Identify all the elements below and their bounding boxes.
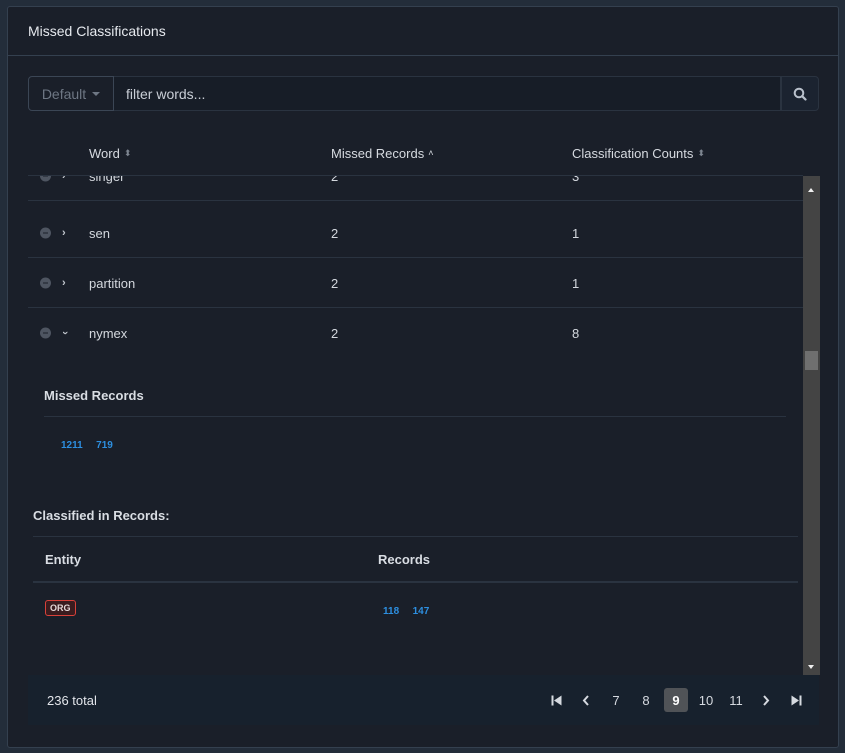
chevron-right-icon[interactable]: ›: [62, 227, 66, 239]
page-button[interactable]: 8: [631, 688, 661, 712]
entity-column-header: Entity: [45, 552, 82, 567]
sort-both-icon: ⬍: [697, 148, 705, 158]
panel-header: Missed Classifications: [8, 7, 838, 56]
filter-words-input[interactable]: [114, 76, 781, 111]
classification-counts-cell: 1: [572, 275, 580, 291]
word-cell: nymex: [89, 325, 128, 341]
divider: [33, 536, 798, 537]
page-button[interactable]: 7: [601, 688, 631, 712]
filter-bar: Default: [28, 76, 819, 111]
divider: [44, 416, 786, 417]
last-page-button[interactable]: [781, 688, 811, 712]
divider: [33, 581, 798, 583]
classified-record-links: 118 147: [383, 601, 438, 619]
scroll-down-arrow-icon[interactable]: [808, 665, 814, 669]
exclude-icon[interactable]: [40, 227, 51, 238]
record-link[interactable]: 118: [383, 606, 399, 617]
record-link[interactable]: 1211: [61, 440, 83, 451]
last-page-icon: [791, 695, 801, 705]
classification-counts-cell: 3: [572, 176, 580, 184]
preset-dropdown[interactable]: Default: [28, 76, 114, 111]
page-button[interactable]: 10: [691, 688, 721, 712]
search-icon: [793, 87, 807, 101]
chevron-right-icon[interactable]: ›: [62, 176, 66, 182]
sort-both-icon: ⬍: [123, 148, 132, 158]
missed-records-cell: 2: [331, 325, 339, 341]
column-header-missed-records[interactable]: Missed Records ˄: [331, 131, 433, 176]
column-header-classification-counts[interactable]: Classification Counts ⬍: [572, 131, 705, 176]
previous-page-button[interactable]: [571, 688, 601, 712]
classification-counts-cell: 8: [572, 325, 580, 341]
sort-ascending-icon: ˄: [428, 148, 434, 158]
pagination: 7 8 9 10 11: [541, 688, 811, 712]
caret-down-icon: [92, 91, 101, 96]
search-button[interactable]: [781, 76, 819, 111]
missed-record-links: 1211 719: [61, 435, 122, 453]
table-row[interactable]: › sen 2 1: [28, 208, 803, 258]
missed-classifications-panel: Missed Classifications Default Word ⬍ Mi…: [7, 6, 839, 748]
preset-dropdown-label: Default: [41, 85, 87, 102]
entity-badge-org: ORG: [45, 600, 76, 616]
word-cell: singer: [89, 176, 125, 184]
table-body: › singer 2 3 › sen 2 1 › partition 2 1 ›…: [28, 176, 803, 675]
chevron-right-icon: [763, 694, 770, 706]
total-count: 236 total: [47, 692, 97, 708]
first-page-icon: [551, 695, 561, 705]
exclude-icon[interactable]: [40, 277, 51, 288]
next-page-button[interactable]: [751, 688, 781, 712]
panel-title: Missed Classifications: [28, 23, 166, 39]
table-header: Word ⬍ Missed Records ˄ Classification C…: [28, 131, 803, 176]
missed-records-cell: 2: [331, 275, 339, 291]
chevron-down-icon[interactable]: ›: [59, 331, 71, 335]
table-footer: 236 total 7 8 9 10 11: [28, 675, 819, 725]
table-row[interactable]: › singer 2 3: [28, 176, 803, 201]
exclude-icon[interactable]: [40, 176, 51, 181]
records-column-header: Records: [378, 552, 431, 567]
page-button[interactable]: 11: [721, 688, 751, 712]
word-cell: sen: [89, 225, 110, 241]
record-link[interactable]: 719: [96, 440, 113, 451]
scroll-up-arrow-icon[interactable]: [808, 188, 814, 192]
column-header-word[interactable]: Word ⬍: [89, 131, 131, 176]
chevron-left-icon: [582, 694, 589, 706]
first-page-button[interactable]: [541, 688, 571, 712]
entity-cell: ORG: [45, 598, 76, 616]
missed-records-cell: 2: [331, 176, 339, 184]
missed-records-cell: 2: [331, 225, 339, 241]
table-row[interactable]: › partition 2 1: [28, 258, 803, 308]
scrollbar-thumb[interactable]: [805, 351, 818, 370]
word-cell: partition: [89, 275, 136, 291]
record-link[interactable]: 147: [413, 606, 430, 617]
missed-records-heading: Missed Records: [44, 388, 144, 403]
classified-in-records-heading: Classified in Records:: [33, 508, 170, 523]
exclude-icon[interactable]: [40, 327, 51, 339]
vertical-scrollbar[interactable]: [803, 176, 820, 675]
chevron-right-icon[interactable]: ›: [62, 277, 66, 289]
page-button-current[interactable]: 9: [664, 688, 688, 712]
table-row-expanded[interactable]: › nymex 2 8: [28, 308, 803, 358]
classification-counts-cell: 1: [572, 225, 580, 241]
